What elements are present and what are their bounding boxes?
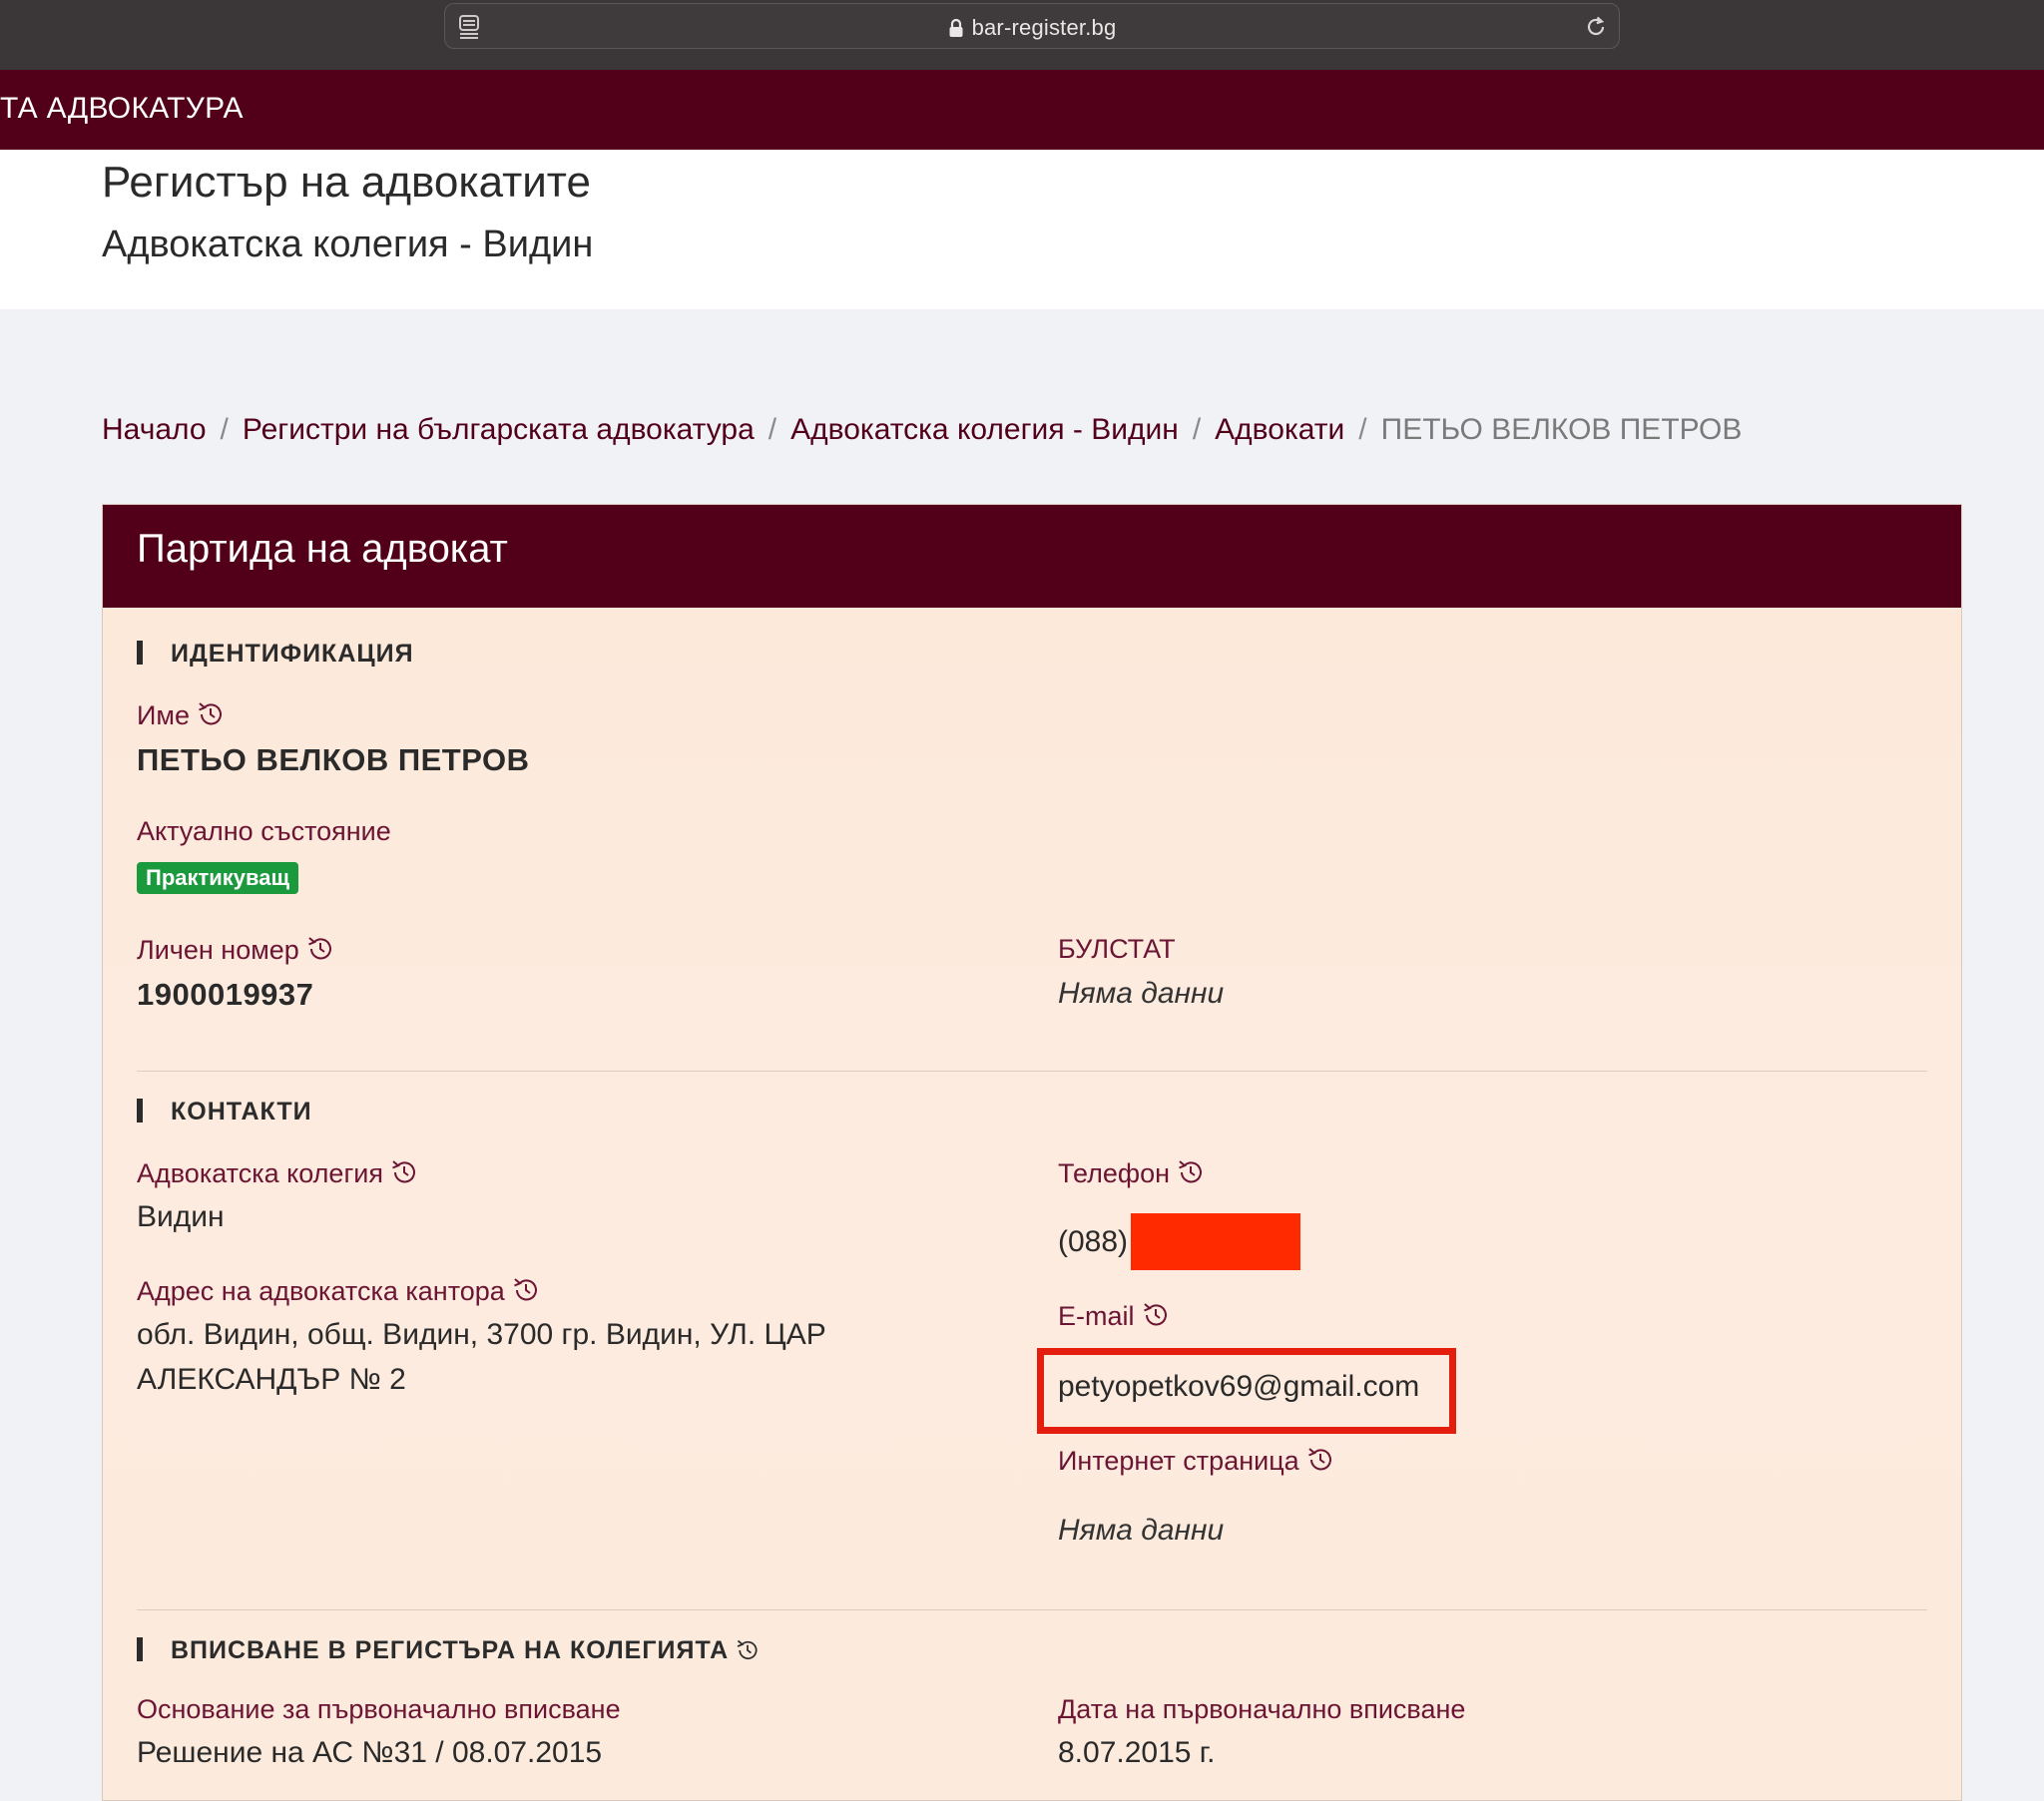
email-label: E-mail: [1058, 1300, 1171, 1332]
breadcrumb: Начало / Регистри на българската адвокатур…: [102, 413, 1742, 447]
registration-date-value: 8.07.2015 г.: [1058, 1736, 1216, 1769]
site-name[interactable]: ТА АДВОКАТУРА: [0, 92, 244, 126]
page-title: Регистър на адвокатите: [102, 158, 591, 207]
bar-association-label: Адвокатска колегия: [137, 1157, 419, 1189]
history-icon[interactable]: [305, 934, 335, 964]
history-icon[interactable]: [1141, 1300, 1171, 1330]
bulstat-label: БУЛСТАТ: [1058, 934, 1176, 964]
registration-date-label: Дата на първоначално вписване: [1058, 1694, 1466, 1724]
card-title: Партида на адвокат: [137, 527, 508, 571]
card-header: Партида на адвокат: [103, 505, 1961, 608]
breadcrumb-bar[interactable]: Адвокатска колегия - Видин: [790, 413, 1179, 446]
redaction-block: [1131, 1213, 1300, 1270]
address-bar[interactable]: bar-register.bg: [444, 3, 1620, 49]
section-registration: ВПИСВАНЕ В РЕГИСТЪРА НА КОЛЕГИЯТА: [137, 1636, 761, 1665]
bulstat-value: Няма данни: [1058, 977, 1225, 1010]
section-marker: [137, 641, 143, 665]
breadcrumb-current: ПЕТЬО ВЕЛКОВ ПЕТРОВ: [1380, 413, 1743, 446]
office-address-line2: АЛЕКСАНДЪР № 2: [137, 1363, 406, 1396]
section-marker: [137, 1099, 143, 1123]
breadcrumb-separator: /: [220, 413, 229, 446]
lock-icon: [949, 18, 963, 37]
website-label: Интернет страница: [1058, 1445, 1335, 1477]
lawyer-record-card: Партида на адвокат ИДЕНТИФИКАЦИЯ Име ПЕТ…: [102, 504, 1962, 1801]
section-contacts: КОНТАКТИ: [137, 1098, 312, 1126]
status-badge: Практикуващ: [137, 862, 299, 894]
registration-basis-label: Основание за първоначално вписване: [137, 1694, 621, 1724]
section-identification: ИДЕНТИФИКАЦИЯ: [137, 640, 414, 669]
history-icon[interactable]: [196, 699, 226, 729]
office-address-line1: обл. Видин, общ. Видин, 3700 гр. Видин, …: [137, 1318, 826, 1351]
history-icon[interactable]: [1305, 1445, 1335, 1475]
personal-number-label: Личен номер: [137, 934, 335, 966]
section-marker: [137, 1637, 143, 1661]
breadcrumb-lawyers[interactable]: Адвокати: [1215, 413, 1344, 446]
email-value[interactable]: petyopetkov69@gmail.com: [1058, 1370, 1419, 1404]
breadcrumb-separator: /: [1358, 413, 1367, 446]
reload-icon[interactable]: [1583, 14, 1609, 40]
office-address-label: Адрес на адвокатска кантора: [137, 1275, 541, 1307]
phone-value: (088): [1058, 1225, 1129, 1258]
site-header: ТА АДВОКАТУРА: [0, 70, 2044, 150]
status-label: Актуално състояние: [137, 816, 391, 846]
title-area: Регистър на адвокатите Адвокатска колеги…: [0, 150, 2044, 309]
history-icon[interactable]: [389, 1157, 419, 1187]
personal-number-value: 1900019937: [137, 977, 314, 1012]
page-subtitle: Адвокатска колегия - Видин: [102, 224, 594, 265]
name-value: ПЕТЬО ВЕЛКОВ ПЕТРОВ: [137, 742, 530, 777]
website-value: Няма данни: [1058, 1514, 1225, 1547]
history-icon[interactable]: [1176, 1157, 1206, 1187]
section-divider: [137, 1609, 1927, 1610]
breadcrumb-separator: /: [1192, 413, 1202, 446]
bar-association-value: Видин: [137, 1200, 225, 1233]
section-divider: [137, 1071, 1927, 1072]
registration-basis-value: Решение на АС №31 / 08.07.2015: [137, 1736, 603, 1769]
breadcrumb-registers[interactable]: Регистри на българската адвокатура: [243, 413, 755, 446]
history-icon[interactable]: [511, 1275, 541, 1305]
breadcrumb-separator: /: [767, 413, 777, 446]
phone-label: Телефон: [1058, 1157, 1206, 1189]
breadcrumb-home[interactable]: Начало: [102, 413, 207, 446]
history-icon[interactable]: [735, 1637, 761, 1663]
browser-toolbar: bar-register.bg: [0, 0, 2044, 70]
name-label: Име: [137, 699, 226, 731]
url-text: bar-register.bg: [971, 15, 1117, 40]
